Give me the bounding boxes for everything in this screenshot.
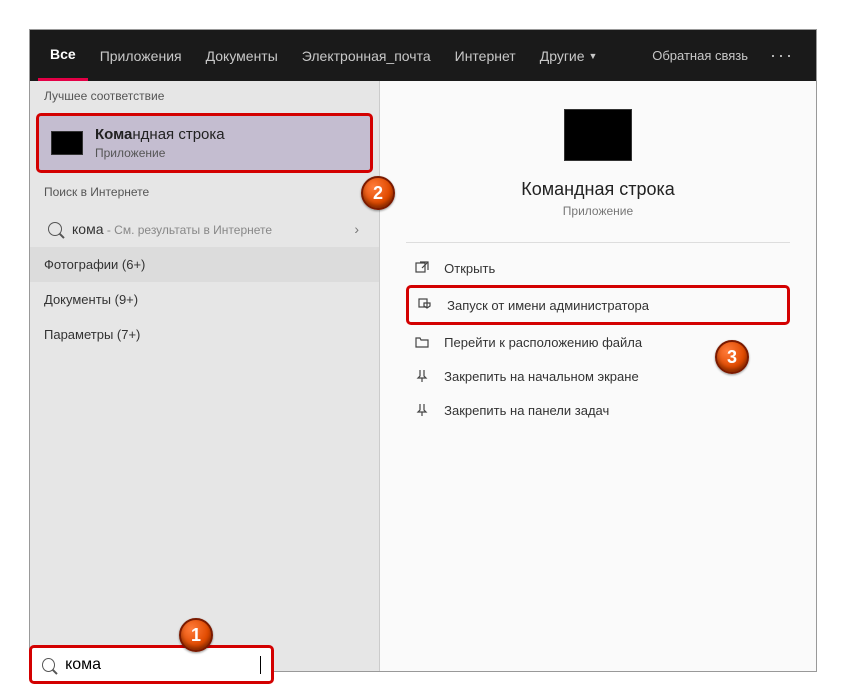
web-search-item[interactable]: кома - См. результаты в Интернете › <box>40 211 369 247</box>
folder-icon <box>414 334 430 350</box>
tab-documents[interactable]: Документы <box>194 30 290 81</box>
category-parameters[interactable]: Параметры (7+) <box>30 317 379 352</box>
preview-subtitle: Приложение <box>563 204 633 218</box>
best-match-item[interactable]: Командная строка Приложение <box>36 113 373 173</box>
open-icon <box>414 260 430 276</box>
actions-list: Открыть Запуск от имени администратора П… <box>406 251 790 427</box>
tabs-bar: Все Приложения Документы Электронная_поч… <box>30 30 816 81</box>
web-search-header: Поиск в Интернете <box>30 177 379 205</box>
chevron-down-icon: ▼ <box>589 51 598 61</box>
shield-icon <box>417 297 433 313</box>
search-input[interactable] <box>65 656 256 674</box>
app-thumbnail <box>564 109 632 161</box>
tab-email[interactable]: Электронная_почта <box>290 30 443 81</box>
search-icon <box>48 222 62 236</box>
category-photos[interactable]: Фотографии (6+) <box>30 247 379 282</box>
best-match-header: Лучшее соответствие <box>30 81 379 109</box>
action-pin-taskbar-label: Закрепить на панели задач <box>444 403 609 418</box>
text-caret <box>260 656 261 674</box>
feedback-link[interactable]: Обратная связь <box>652 48 748 63</box>
action-open-label: Открыть <box>444 261 495 276</box>
cmd-icon <box>51 131 83 155</box>
preview-panel: Командная строка Приложение Открыть Запу… <box>380 81 816 671</box>
search-input-container[interactable] <box>29 645 274 684</box>
annotation-3: 3 <box>715 340 749 374</box>
more-icon[interactable]: ··· <box>764 45 800 66</box>
best-match-subtitle: Приложение <box>95 146 225 160</box>
tab-all[interactable]: Все <box>38 30 88 81</box>
action-pin-taskbar[interactable]: Закрепить на панели задач <box>406 393 790 427</box>
action-run-admin-label: Запуск от имени администратора <box>447 298 649 313</box>
pin-start-icon <box>414 368 430 384</box>
annotation-2: 2 <box>361 176 395 210</box>
tab-apps[interactable]: Приложения <box>88 30 194 81</box>
chevron-right-icon: › <box>354 221 359 237</box>
search-icon <box>42 658 55 672</box>
annotation-1: 1 <box>179 618 213 652</box>
action-file-location-label: Перейти к расположению файла <box>444 335 642 350</box>
search-window: Все Приложения Документы Электронная_поч… <box>29 29 817 672</box>
content-body: Лучшее соответствие Командная строка При… <box>30 81 816 671</box>
action-open[interactable]: Открыть <box>406 251 790 285</box>
tab-more[interactable]: Другие▼ <box>528 30 610 81</box>
tab-internet[interactable]: Интернет <box>443 30 528 81</box>
divider <box>406 242 790 243</box>
preview-title: Командная строка <box>521 179 675 200</box>
action-pin-start-label: Закрепить на начальном экране <box>444 369 639 384</box>
action-run-admin[interactable]: Запуск от имени администратора <box>406 285 790 325</box>
results-panel: Лучшее соответствие Командная строка При… <box>30 81 380 671</box>
best-match-title: Командная строка <box>95 126 225 143</box>
category-documents[interactable]: Документы (9+) <box>30 282 379 317</box>
pin-taskbar-icon <box>414 402 430 418</box>
